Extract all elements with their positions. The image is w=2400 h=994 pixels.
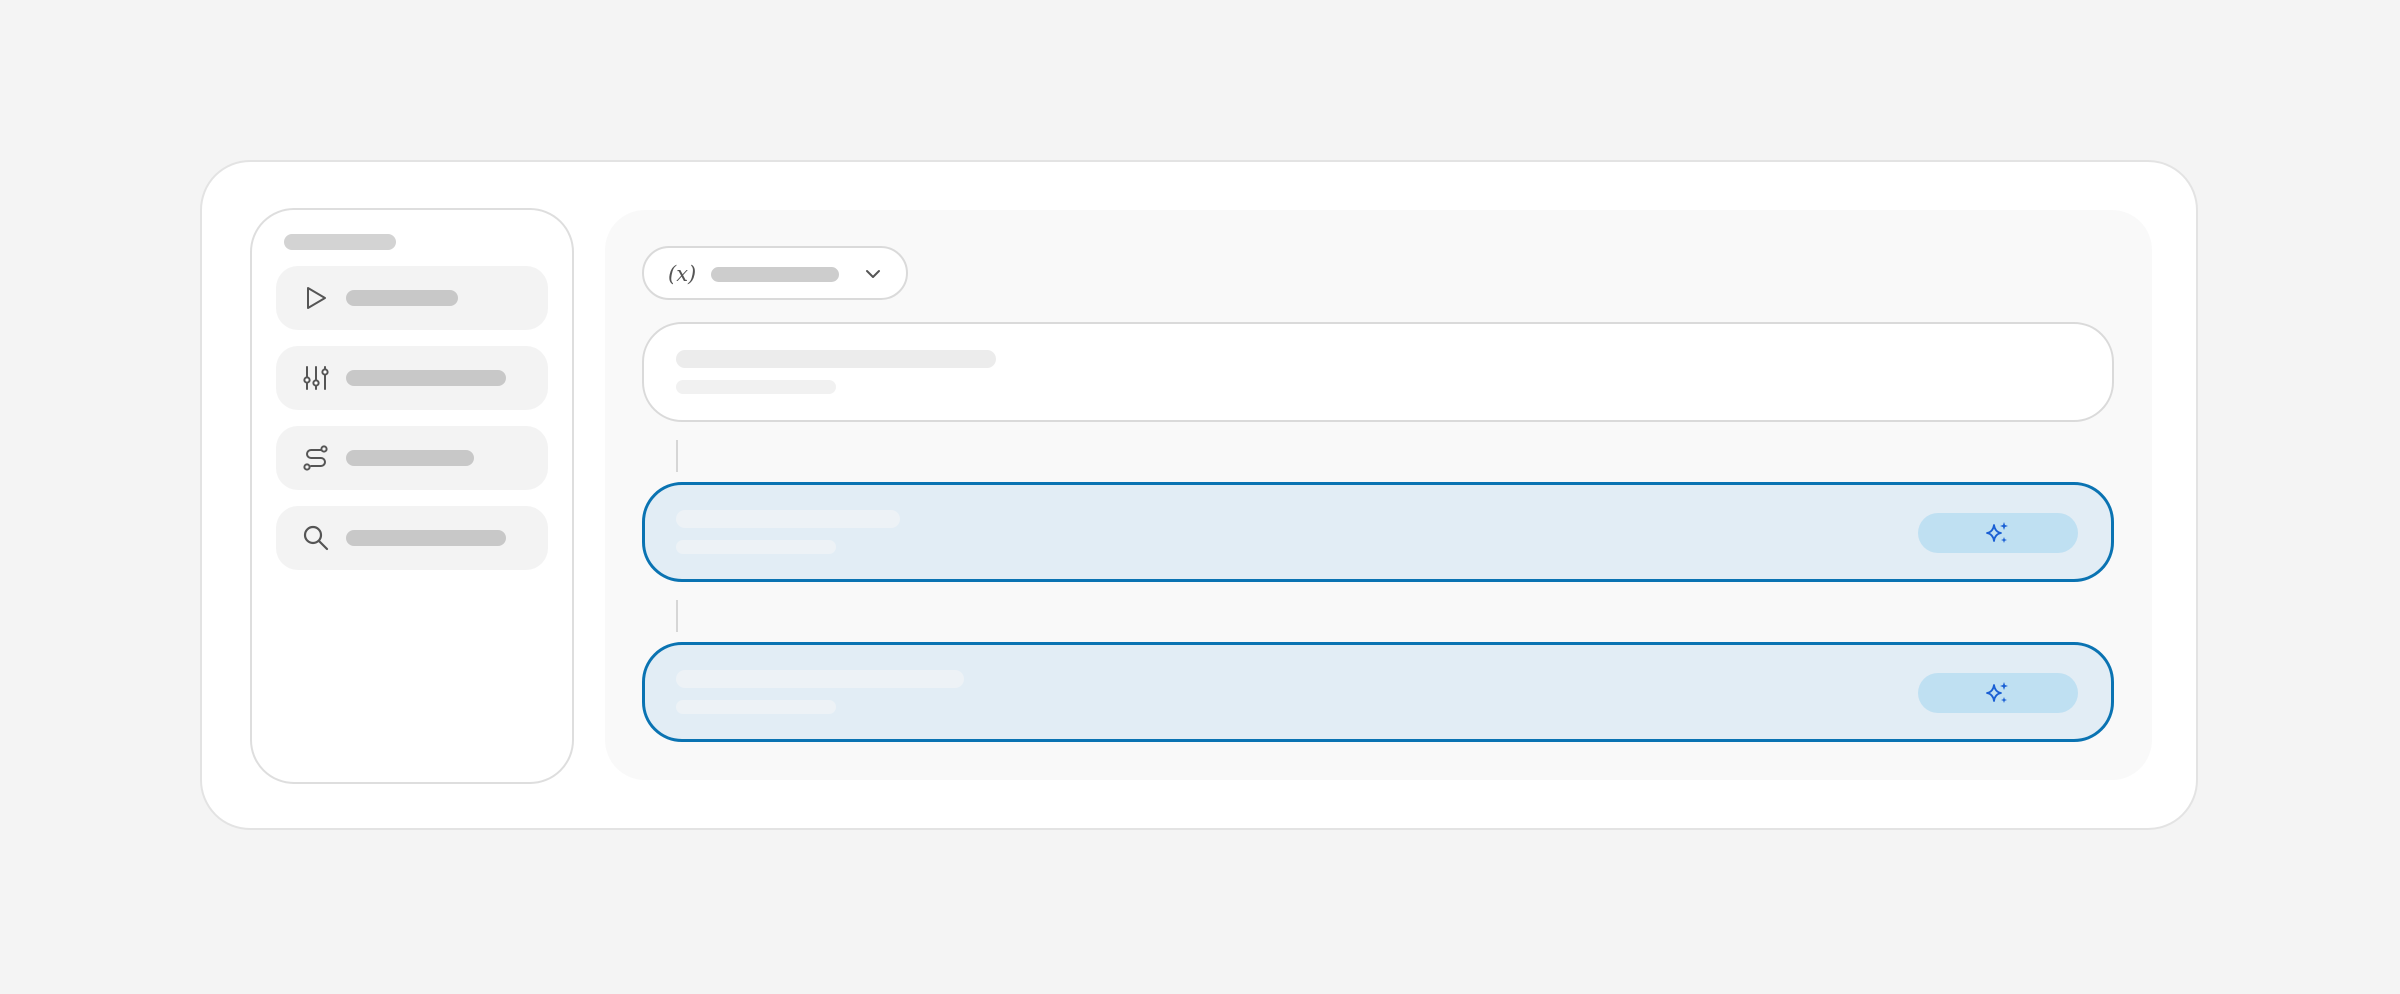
step-subtitle-placeholder: [676, 380, 836, 394]
step-card[interactable]: [642, 322, 2114, 422]
sparkle-icon: [1986, 682, 2008, 703]
flow-canvas: (x): [605, 210, 2152, 780]
sidebar-title-placeholder: [284, 234, 396, 250]
step-title-placeholder: [676, 350, 996, 368]
ai-assist-button[interactable]: [1918, 673, 2078, 713]
variable-select[interactable]: (x): [642, 246, 908, 300]
sidebar-item-label-placeholder: [346, 290, 458, 306]
sidebar-item-label-placeholder: [346, 370, 506, 386]
sidebar-item-run[interactable]: [276, 266, 548, 330]
app-window: (x): [200, 160, 2198, 830]
step-card-selected[interactable]: [642, 482, 2114, 582]
sliders-icon: [303, 366, 329, 390]
sidebar-item-routes[interactable]: [276, 426, 548, 490]
step-subtitle-placeholder: [676, 700, 836, 714]
sidebar-item-settings[interactable]: [276, 346, 548, 410]
sidebar-item-label-placeholder: [346, 450, 474, 466]
play-icon: [307, 287, 326, 309]
chevron-down-icon: [866, 270, 880, 278]
step-card-selected[interactable]: [642, 642, 2114, 742]
sidebar: [250, 208, 574, 784]
search-icon: [303, 525, 329, 551]
variable-icon: (x): [668, 262, 697, 286]
connector-line: [676, 600, 678, 632]
step-title-placeholder: [676, 510, 900, 528]
step-title-placeholder: [676, 670, 964, 688]
sidebar-item-search[interactable]: [276, 506, 548, 570]
connector-line: [676, 440, 678, 472]
variable-select-label-placeholder: [711, 267, 839, 282]
sidebar-item-label-placeholder: [346, 530, 506, 546]
route-icon: [303, 445, 328, 471]
step-subtitle-placeholder: [676, 540, 836, 554]
ai-assist-button[interactable]: [1918, 513, 2078, 553]
sparkle-icon: [1986, 522, 2008, 543]
